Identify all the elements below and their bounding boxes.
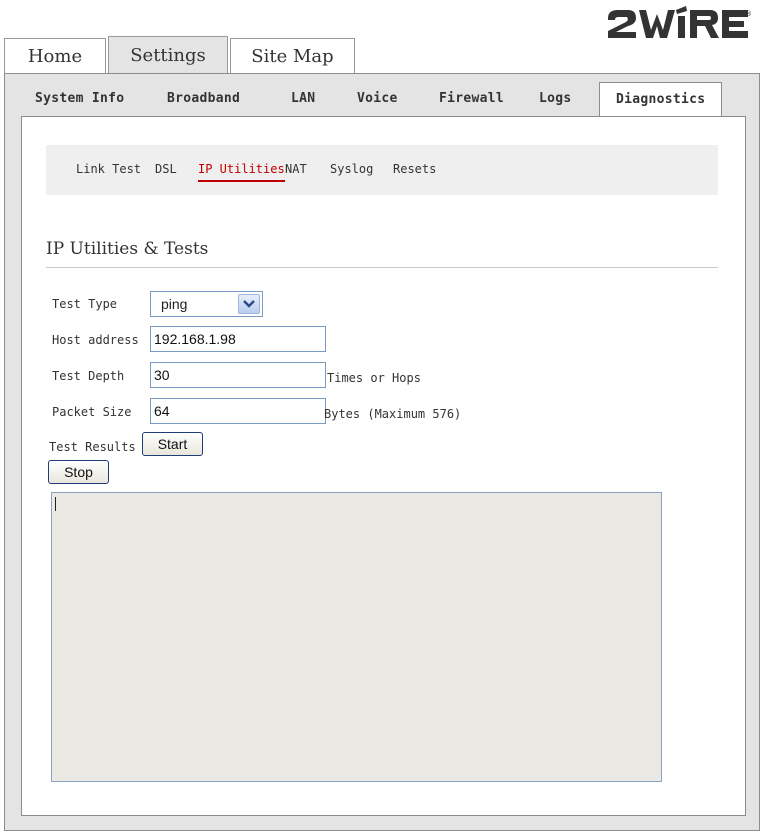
link-nat[interactable]: NAT xyxy=(285,162,307,176)
subtab-voice[interactable]: Voice xyxy=(357,82,398,116)
subtab-lan[interactable]: LAN xyxy=(291,82,315,116)
settings-panel: System Info Broadband LAN Voice Firewall… xyxy=(4,73,760,831)
twowire-logo-icon xyxy=(608,6,748,38)
sub-tab-bar: System Info Broadband LAN Voice Firewall… xyxy=(5,82,759,119)
test-depth-label: Test Depth xyxy=(52,369,125,383)
subtab-system-info[interactable]: System Info xyxy=(35,82,124,116)
tab-settings[interactable]: Settings xyxy=(108,36,228,74)
section-title: IP Utilities & Tests xyxy=(46,239,718,268)
subtab-broadband[interactable]: Broadband xyxy=(167,82,240,116)
subtab-diagnostics[interactable]: Diagnostics xyxy=(599,82,723,119)
test-depth-input[interactable]: 30 xyxy=(150,362,326,388)
test-type-value: ping xyxy=(161,296,188,312)
test-results-textarea[interactable] xyxy=(51,492,662,782)
packet-size-suffix: Bytes (Maximum 576) xyxy=(324,407,462,421)
tab-home[interactable]: Home xyxy=(4,38,106,74)
link-resets[interactable]: Resets xyxy=(393,162,436,176)
test-results-label: Test Results xyxy=(49,440,136,454)
trademark-symbol: ® xyxy=(745,10,752,18)
link-dsl[interactable]: DSL xyxy=(155,162,177,176)
subtab-logs[interactable]: Logs xyxy=(539,82,572,116)
link-link-test[interactable]: Link Test xyxy=(76,162,141,176)
test-depth-suffix: Times or Hops xyxy=(327,371,421,385)
stop-button[interactable]: Stop xyxy=(48,460,109,484)
packet-size-input[interactable]: 64 xyxy=(150,398,326,424)
link-syslog[interactable]: Syslog xyxy=(330,162,373,176)
chevron-down-icon[interactable] xyxy=(238,294,260,314)
diagnostics-content: Link Test DSL IP Utilities NAT Syslog Re… xyxy=(21,116,746,816)
host-address-input[interactable]: 192.168.1.98 xyxy=(150,326,326,352)
test-type-select[interactable]: ping xyxy=(150,291,263,317)
diagnostics-link-bar: Link Test DSL IP Utilities NAT Syslog Re… xyxy=(46,145,718,195)
link-ip-utilities[interactable]: IP Utilities xyxy=(198,162,285,182)
brand-logo: ® xyxy=(606,4,756,44)
packet-size-label: Packet Size xyxy=(52,405,132,419)
start-button[interactable]: Start xyxy=(142,432,203,456)
test-type-label: Test Type xyxy=(52,297,118,311)
text-caret xyxy=(55,497,56,511)
host-address-label: Host address xyxy=(52,333,139,347)
tab-site-map[interactable]: Site Map xyxy=(230,38,355,74)
subtab-firewall[interactable]: Firewall xyxy=(439,82,504,116)
